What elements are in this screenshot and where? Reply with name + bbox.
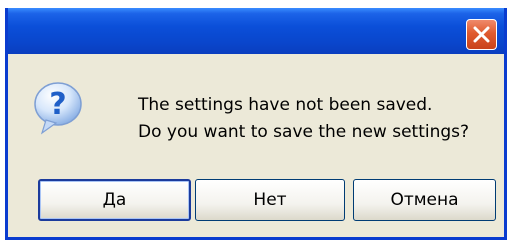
dialog-message: The settings have not been saved. Do you…	[138, 92, 469, 146]
message-line-1: The settings have not been saved.	[138, 95, 433, 115]
save-settings-dialog: ? The settings have not been saved. Do y…	[5, 8, 507, 240]
no-button[interactable]: Нет	[195, 179, 345, 221]
yes-button[interactable]: Да	[38, 179, 191, 221]
question-icon: ?	[34, 82, 82, 135]
close-icon	[473, 26, 490, 43]
title-bar[interactable]	[8, 8, 504, 54]
cancel-button[interactable]: Отмена	[353, 179, 496, 221]
svg-text:?: ?	[49, 87, 66, 122]
close-button[interactable]	[466, 19, 497, 50]
message-line-2: Do you want to save the new settings?	[138, 122, 470, 142]
